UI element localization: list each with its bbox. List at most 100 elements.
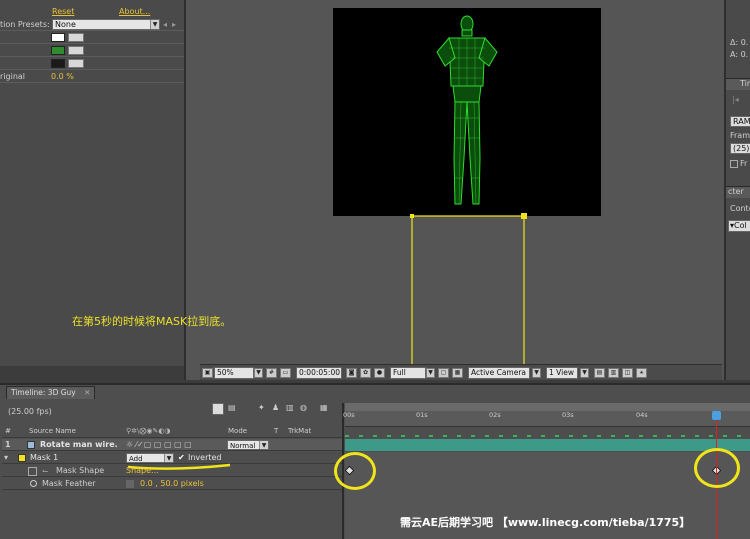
- resolution-dropdown[interactable]: Full: [390, 367, 426, 379]
- color-channel-icon[interactable]: ●: [374, 368, 385, 378]
- time-controls-tab[interactable]: Tim: [726, 78, 750, 90]
- safe-margins-icon[interactable]: ▭: [280, 368, 291, 378]
- hide-shy-icon[interactable]: ♟: [272, 403, 279, 412]
- grid-icon[interactable]: #: [266, 368, 277, 378]
- color-item[interactable]: ▾Col: [728, 220, 750, 232]
- mask-color-swatch[interactable]: [18, 454, 26, 462]
- annotation-text: 在第5秒的时候将MASK拉到底。: [72, 315, 232, 328]
- mask-shape-label: Mask Shape: [56, 466, 105, 475]
- show-channel-icon[interactable]: ✿: [360, 368, 371, 378]
- mask-path-overlay[interactable]: [405, 210, 531, 370]
- region-of-interest-icon[interactable]: ▢: [438, 368, 449, 378]
- frame-rate-dropdown[interactable]: (25): [730, 143, 750, 154]
- zoom-dropdown[interactable]: 50%: [214, 367, 254, 379]
- timeline-tab[interactable]: Timeline: 3D Guy ✕: [6, 386, 96, 399]
- timeline-switch-icons: ▤ ✦ ♟ ▥ ◍ ▦: [212, 403, 332, 417]
- view-layout-dropdown[interactable]: 1 View: [546, 367, 578, 379]
- chevron-down-icon[interactable]: ▾: [4, 453, 8, 462]
- preset-next-icon[interactable]: ▸: [172, 20, 176, 29]
- camera-icon[interactable]: ◙: [346, 368, 357, 378]
- mask-name[interactable]: Mask 1: [30, 453, 58, 462]
- layer-mode-value: Normal: [230, 442, 256, 450]
- first-frame-icon[interactable]: |◂: [732, 95, 739, 104]
- from-current-checkbox[interactable]: [730, 160, 738, 168]
- chevron-down-icon[interactable]: ▼: [532, 368, 541, 378]
- tick-04s: 04s: [636, 411, 648, 419]
- preset-prev-icon[interactable]: ◂: [163, 20, 167, 29]
- inverted-label: Inverted: [188, 453, 222, 462]
- footage-icon: [27, 441, 35, 449]
- mask-feather-value[interactable]: 0.0 , 50.0 pixels: [140, 479, 204, 488]
- eyedropper-icon[interactable]: [68, 33, 84, 42]
- layer-duration-bar[interactable]: [345, 439, 750, 451]
- chevron-down-icon[interactable]: ▼: [254, 368, 263, 378]
- mask-shape-value[interactable]: Shape...: [126, 466, 159, 475]
- delta-readout: Δ: 0.: [730, 38, 749, 47]
- color-item-label: Col: [734, 221, 747, 230]
- original-label: riginal: [0, 72, 26, 81]
- reset-link[interactable]: Reset: [52, 7, 74, 16]
- graph-editor-icon[interactable]: ▦: [320, 403, 328, 412]
- col-mode[interactable]: Mode: [228, 427, 247, 435]
- tab-title: Timeline: 3D Guy: [11, 388, 76, 397]
- toggle-pixel-icon[interactable]: ▤: [594, 368, 605, 378]
- col-trkmat[interactable]: TrkMat: [288, 427, 311, 435]
- about-link[interactable]: About...: [119, 7, 150, 16]
- layer-number: 1: [5, 440, 11, 449]
- work-area-bar[interactable]: [345, 403, 750, 411]
- mask-vertex-left[interactable]: [410, 214, 414, 218]
- viewer-toolbar: ▣ 50% ▼ # ▭ 0:00:05:00 ◙ ✿ ● Full ▼ ▢ ▦ …: [200, 364, 722, 380]
- layer-name[interactable]: Rotate man wire.: [40, 440, 118, 449]
- color-row-2: [0, 44, 184, 57]
- snapshot-icon[interactable]: ▣: [202, 368, 213, 378]
- ram-preview-button[interactable]: RAM: [730, 116, 750, 127]
- tick-03s: 03s: [562, 411, 574, 419]
- tick-00s: 00s: [343, 411, 355, 419]
- color-swatch-green[interactable]: [51, 46, 65, 55]
- wireframe-man-figure: [436, 15, 498, 205]
- flowchart-icon[interactable]: ⚹: [636, 368, 647, 378]
- layer-mode-dropdown[interactable]: Normal ▼: [227, 440, 269, 450]
- chevron-down-icon: ▼: [259, 441, 268, 449]
- color-row-1: [0, 31, 184, 44]
- fps-label: (25.00 fps): [8, 407, 52, 416]
- link-icon[interactable]: [126, 480, 134, 488]
- layer-switches[interactable]: ☼ ⁄✓▢ ▢ ▢ ▢ ▢: [126, 440, 222, 450]
- chevron-down-icon[interactable]: ▼: [580, 368, 589, 378]
- mask-shape-row: ⌙ Mask Shape Shape...: [2, 465, 342, 477]
- color-swatch-white[interactable]: [51, 33, 65, 42]
- eyedropper-icon[interactable]: [68, 46, 84, 55]
- inverted-checkbox[interactable]: ✔: [178, 453, 185, 462]
- stopwatch-icon[interactable]: [30, 480, 37, 487]
- draft-3d-icon[interactable]: ✦: [258, 403, 265, 412]
- live-update-icon[interactable]: ▤: [228, 403, 240, 415]
- transparency-grid-icon[interactable]: ▦: [452, 368, 463, 378]
- blend-original-row: riginal 0.0 %: [0, 70, 184, 83]
- col-source-name[interactable]: Source Name: [29, 427, 76, 435]
- composition-stage[interactable]: [333, 8, 601, 216]
- tick-02s: 02s: [489, 411, 501, 419]
- original-value[interactable]: 0.0 %: [51, 72, 74, 81]
- color-swatch-black[interactable]: [51, 59, 65, 68]
- character-tab[interactable]: cter: [726, 186, 750, 198]
- effect-controls-panel: Reset About... tion Presets: None ▼ ◂ ▸ …: [0, 0, 184, 366]
- stopwatch-icon[interactable]: [28, 467, 37, 476]
- mask-vertex-right[interactable]: [521, 213, 527, 219]
- frame-blending-icon[interactable]: ▥: [286, 403, 294, 412]
- chevron-down-icon[interactable]: ▼: [426, 368, 435, 378]
- presets-dropdown[interactable]: None ▼: [52, 19, 160, 30]
- layer-row[interactable]: 1 Rotate man wire. ☼ ⁄✓▢ ▢ ▢ ▢ ▢ Normal …: [2, 439, 342, 451]
- frame-rate-label: Fram: [730, 131, 750, 140]
- color-row-3: [0, 57, 184, 70]
- camera-dropdown[interactable]: Active Camera: [468, 367, 530, 379]
- current-time-field[interactable]: 0:00:05:00: [296, 367, 342, 379]
- motion-blur-icon[interactable]: ◍: [300, 403, 307, 412]
- eyedropper-icon[interactable]: [68, 59, 84, 68]
- close-icon[interactable]: ✕: [84, 388, 90, 397]
- chevron-down-icon: ▼: [150, 20, 159, 29]
- fast-preview-icon[interactable]: ▥: [608, 368, 619, 378]
- comp-mini-flowchart-icon[interactable]: [212, 403, 224, 415]
- time-indicator-head[interactable]: [712, 411, 721, 420]
- timeline-icon[interactable]: ◫: [622, 368, 633, 378]
- time-ruler[interactable]: [345, 411, 750, 427]
